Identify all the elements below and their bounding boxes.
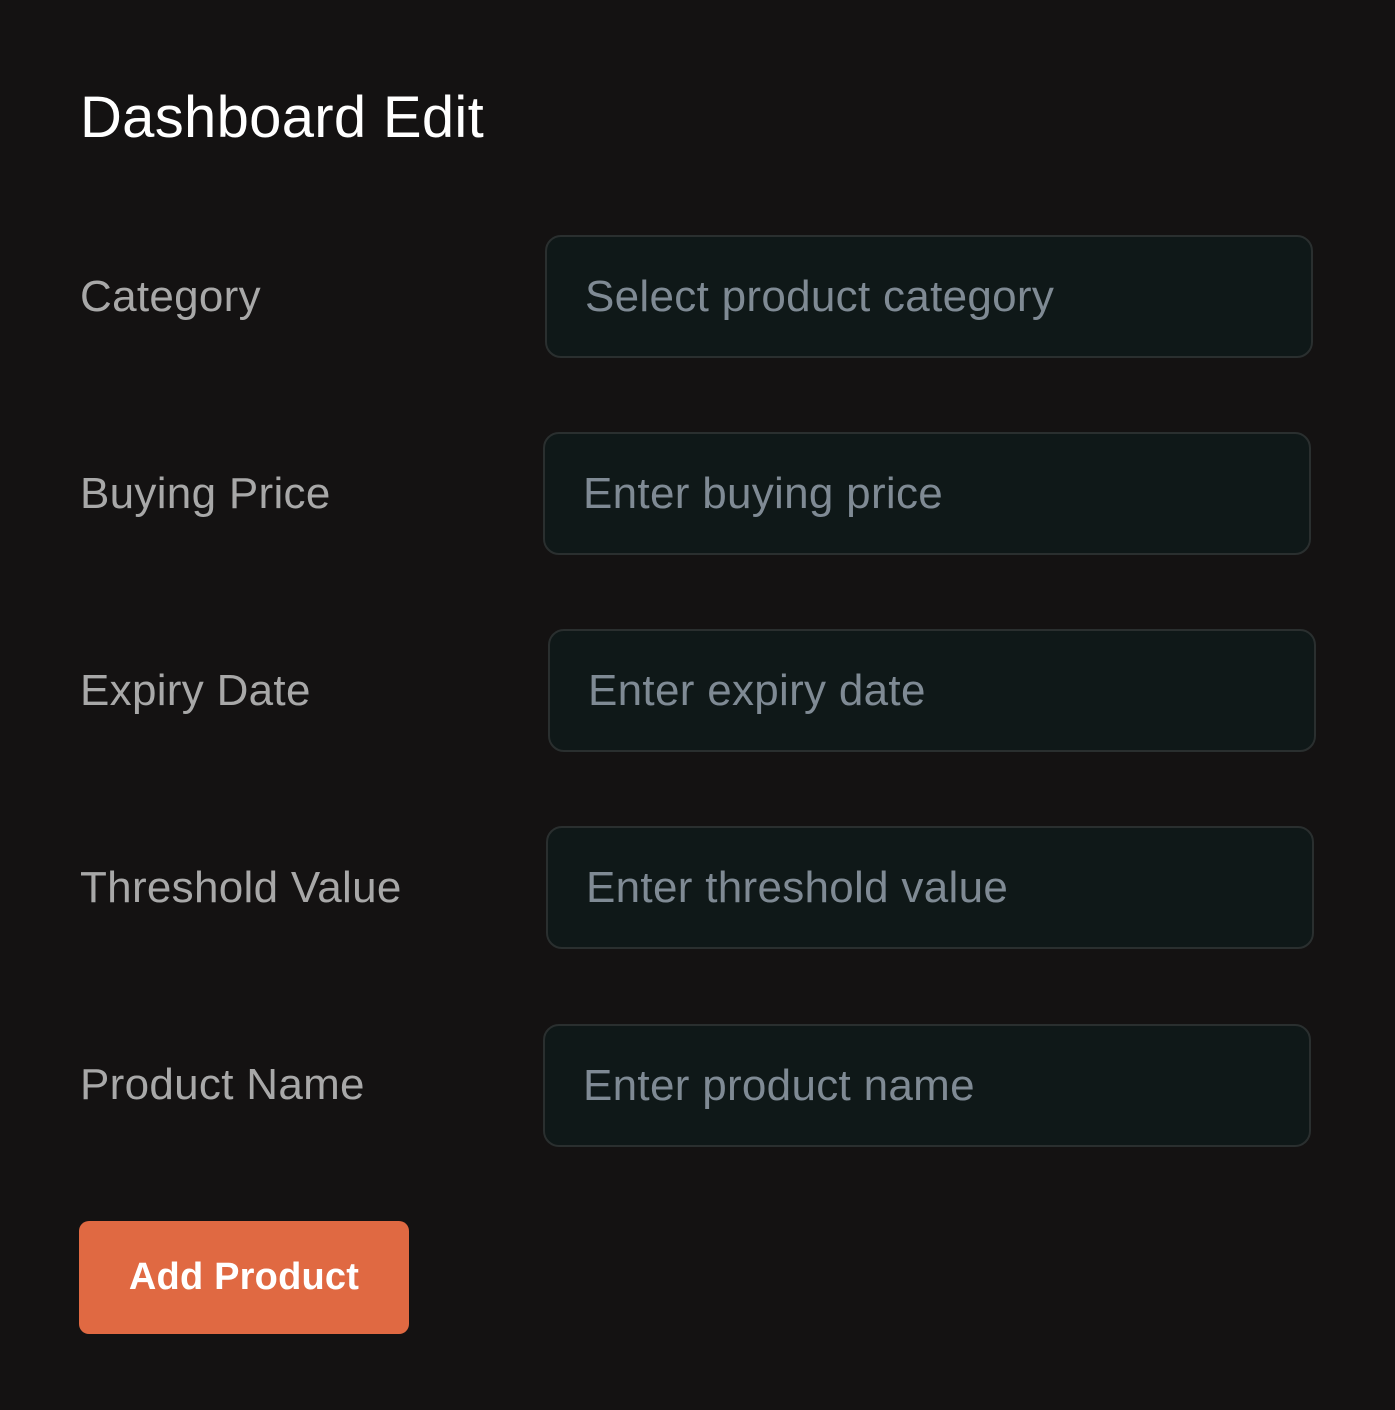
product-name-input[interactable]: Enter product name	[543, 1024, 1311, 1147]
expiry-date-input[interactable]: Enter expiry date	[548, 629, 1316, 752]
buying-price-label: Buying Price	[80, 469, 331, 518]
category-label: Category	[80, 272, 261, 321]
expiry-date-label: Expiry Date	[80, 666, 311, 715]
page-title: Dashboard Edit	[80, 85, 484, 150]
add-product-button[interactable]: Add Product	[79, 1221, 409, 1334]
product-name-label: Product Name	[80, 1060, 365, 1109]
buying-price-input[interactable]: Enter buying price	[543, 432, 1311, 555]
threshold-value-input[interactable]: Enter threshold value	[546, 826, 1314, 949]
category-select[interactable]: Select product category	[545, 235, 1313, 358]
threshold-value-label: Threshold Value	[80, 863, 402, 912]
